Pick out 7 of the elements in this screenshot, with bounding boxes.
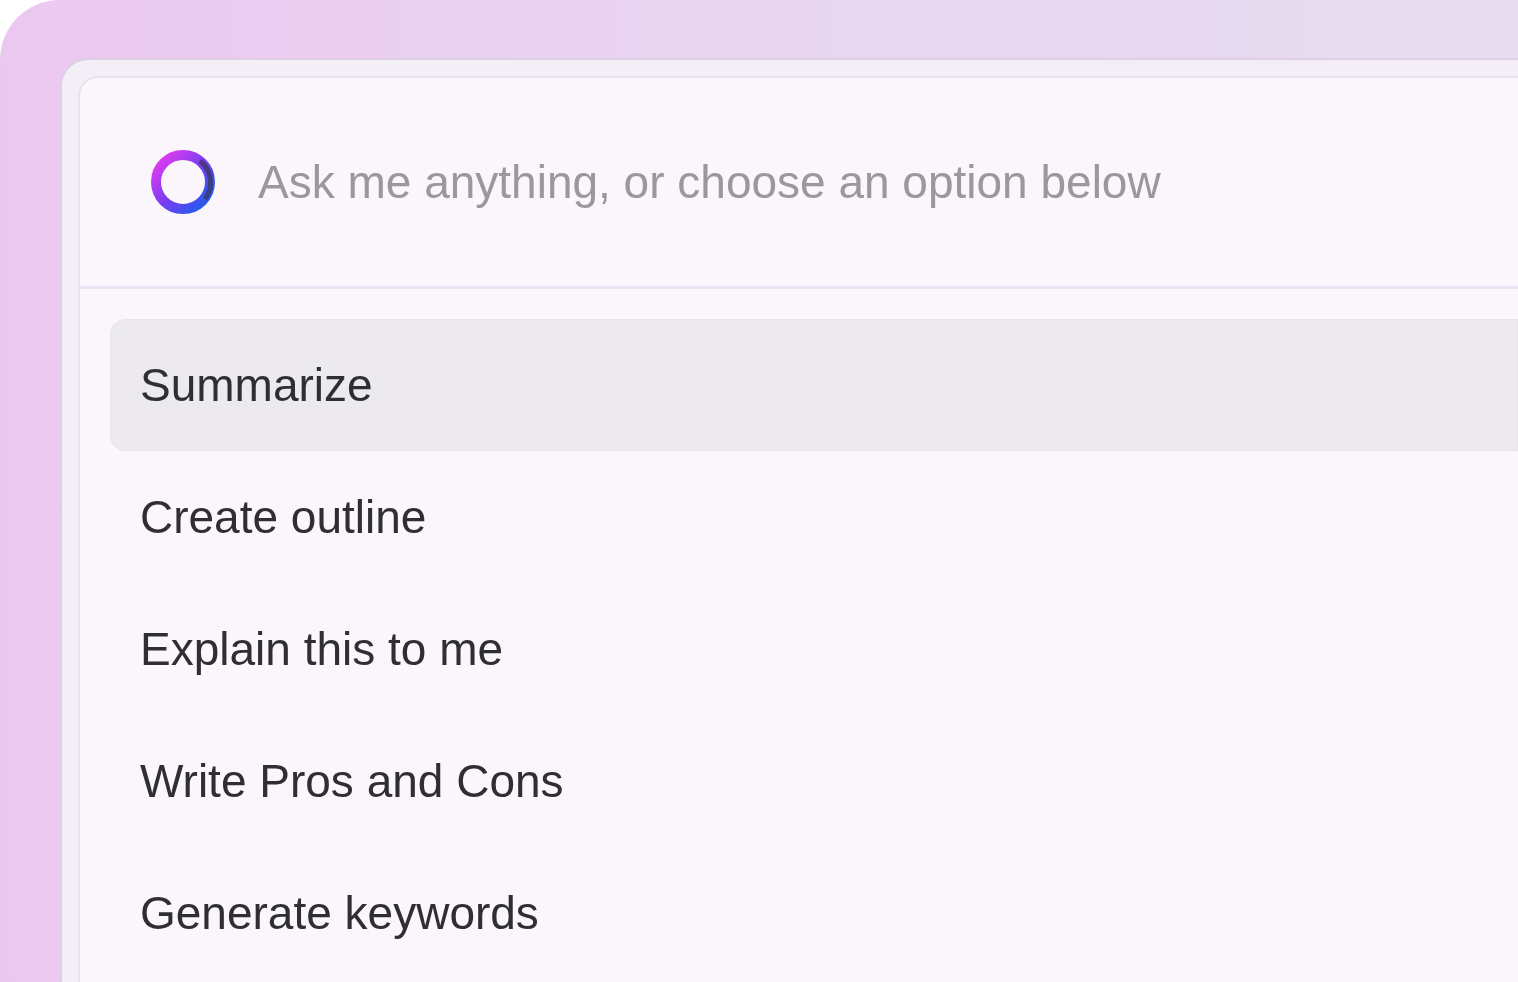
search-field[interactable]: Ask me anything, or choose an option below: [258, 155, 1518, 209]
menu-option[interactable]: Summarize: [110, 319, 1518, 451]
ring-icon: [150, 149, 216, 215]
menu-option[interactable]: Create outline: [110, 451, 1518, 583]
menu-option[interactable]: Generate keywords: [110, 847, 1518, 979]
menu-option[interactable]: Explain this to me: [110, 583, 1518, 715]
menu-option[interactable]: Write Pros and Cons: [110, 715, 1518, 847]
